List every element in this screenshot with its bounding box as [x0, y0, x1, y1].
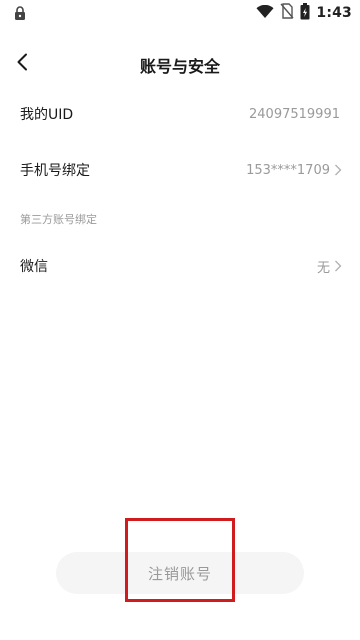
battery-icon [300, 2, 310, 24]
no-sim-icon [280, 3, 294, 23]
wechat-value-group: 无 [317, 257, 342, 276]
wechat-label: 微信 [20, 259, 48, 275]
cancel-account-button[interactable]: 注销账号 [56, 552, 304, 594]
status-bar: 1:43 [0, 0, 360, 26]
wechat-binding-row[interactable]: 微信 无 [0, 244, 360, 288]
account-security-screen: 1:43 账号与安全 我的UID 24097519991 手机号绑定 153**… [0, 0, 360, 640]
status-icons: 1:43 [256, 2, 352, 24]
page-title: 账号与安全 [139, 57, 220, 76]
phone-binding-label: 手机号绑定 [20, 163, 90, 179]
lock-icon [12, 5, 28, 21]
wifi-icon [256, 4, 274, 23]
chevron-right-icon [334, 260, 342, 272]
phone-binding-row[interactable]: 手机号绑定 153****1709 [0, 148, 360, 192]
third-party-section-title: 第三方账号绑定 [20, 213, 97, 226]
uid-value: 24097519991 [249, 106, 340, 122]
status-time: 1:43 [316, 5, 352, 21]
wechat-value: 无 [316, 260, 330, 276]
cancel-account-label: 注销账号 [147, 564, 212, 583]
phone-binding-value-group: 153****1709 [246, 163, 342, 178]
header: 账号与安全 [0, 44, 360, 84]
phone-binding-value: 153****1709 [246, 162, 330, 178]
chevron-right-icon [334, 164, 342, 176]
uid-label: 我的UID [20, 107, 74, 123]
uid-row: 我的UID 24097519991 [0, 92, 360, 136]
